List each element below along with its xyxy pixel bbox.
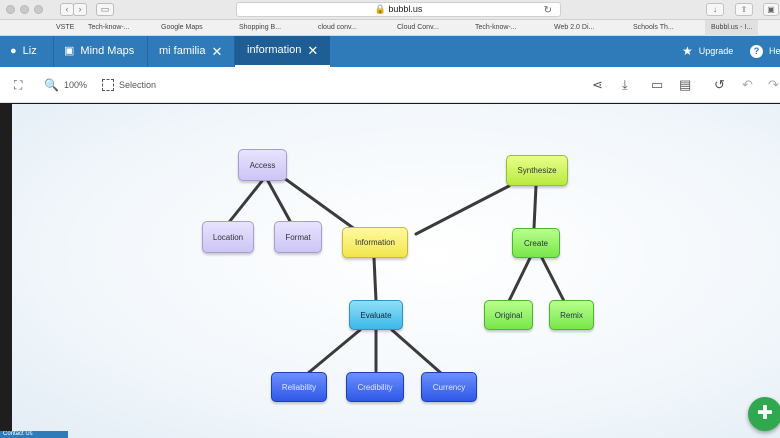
bookmarks-bar: VSTE Tech-know-... Google Maps Shopping …: [0, 20, 780, 36]
bookmark-item[interactable]: Tech-know-...: [88, 24, 130, 31]
connector-line: [372, 256, 378, 303]
present-icon[interactable]: ▭: [651, 67, 663, 103]
node-credibility[interactable]: Credibility: [346, 372, 404, 402]
history-icon[interactable]: ↺: [714, 67, 725, 103]
mind-maps-icon: ▣: [64, 45, 75, 57]
bookmark-item[interactable]: Cloud Conv...: [397, 24, 439, 31]
mind-map-canvas[interactable]: Access Location Format Information Synth…: [12, 104, 780, 438]
reload-icon[interactable]: ↻: [544, 4, 552, 17]
fit-screen-icon[interactable]: ⛶: [14, 67, 22, 103]
download-icon[interactable]: ⤓: [622, 67, 628, 103]
bookmark-item[interactable]: VSTE: [56, 24, 74, 31]
user-name: Liz: [22, 45, 37, 57]
address-bar[interactable]: 🔒 bubbl.us ↻: [236, 2, 561, 17]
bookmark-item[interactable]: cloud conv...: [318, 24, 357, 31]
url-text: bubbl.us: [388, 4, 423, 14]
user-menu[interactable]: ● Liz: [10, 36, 37, 67]
close-tab-icon[interactable]: ✕: [307, 35, 318, 66]
screen: ‹ › ▭ 🔒 bubbl.us ↻ ↓ ⇪ ▣ VSTE Tech-know-…: [0, 0, 780, 438]
connector-line: [228, 179, 264, 223]
window-edge: [0, 104, 12, 438]
close-tab-icon[interactable]: ✕: [211, 36, 222, 67]
tab-label: information: [247, 44, 302, 56]
user-icon: ●: [10, 45, 17, 57]
toolbar: ⛶ 🔍 100% Selection ⋖ ⤓ ▭ ▤ ↺ ↶ ↷: [0, 67, 780, 103]
tab-information[interactable]: information ✕: [235, 35, 331, 67]
tabs-icon[interactable]: ▣: [763, 3, 779, 16]
node-currency[interactable]: Currency: [421, 372, 477, 402]
connector-line: [540, 256, 566, 303]
bookmark-item[interactable]: Google Maps: [161, 24, 203, 31]
contact-tab[interactable]: Contact Us: [0, 431, 68, 438]
node-evaluate[interactable]: Evaluate: [349, 300, 403, 330]
share-map-icon[interactable]: ⋖: [592, 67, 603, 103]
undo-icon[interactable]: ↶: [742, 67, 753, 103]
forward-icon[interactable]: ›: [73, 3, 87, 16]
browser-titlebar: ‹ › ▭ 🔒 bubbl.us ↻ ↓ ⇪ ▣: [0, 0, 780, 20]
back-icon[interactable]: ‹: [60, 3, 74, 16]
upgrade-label: Upgrade: [698, 46, 734, 56]
connector-line: [532, 184, 538, 230]
star-icon: ★: [682, 44, 693, 58]
node-original[interactable]: Original: [484, 300, 533, 330]
app-header: ● Liz ▣ Mind Maps mi familia ✕ informati…: [0, 36, 780, 67]
connector-line: [305, 328, 362, 376]
bookmark-item[interactable]: Tech-know-...: [475, 24, 517, 31]
plus-icon: ✚: [757, 403, 773, 424]
tab-label: mi familia: [159, 45, 206, 57]
sidebar-icon[interactable]: ▭: [96, 3, 114, 16]
add-node-button[interactable]: ✚: [748, 397, 780, 431]
connector-line: [266, 179, 292, 223]
zoom-level: 100%: [63, 80, 87, 90]
tab-mi-familia[interactable]: mi familia ✕: [159, 36, 222, 67]
bookmark-item[interactable]: Schools Th...: [633, 24, 674, 31]
upgrade-button[interactable]: ★ Upgrade: [682, 36, 733, 67]
help-icon: ?: [750, 45, 763, 58]
lock-icon: 🔒: [374, 4, 386, 14]
selection-tool[interactable]: Selection: [102, 67, 156, 103]
node-reliability[interactable]: Reliability: [271, 372, 327, 402]
help-button[interactable]: ? Hel: [750, 36, 780, 67]
close-window-icon[interactable]: [6, 5, 15, 14]
zoom-window-icon[interactable]: [34, 5, 43, 14]
zoom-icon: 🔍: [44, 78, 59, 92]
selection-label: Selection: [119, 80, 157, 90]
node-synthesize[interactable]: Synthesize: [506, 155, 568, 186]
share-icon[interactable]: ⇪: [735, 3, 753, 16]
node-format[interactable]: Format: [274, 221, 322, 253]
divider: [147, 36, 148, 67]
node-information[interactable]: Information: [342, 227, 408, 258]
help-label: Hel: [769, 46, 780, 56]
connector-line: [414, 184, 511, 236]
selection-icon: [102, 79, 114, 91]
bookmark-item[interactable]: Bubbl.us - I...: [705, 20, 759, 36]
mind-maps-link[interactable]: ▣ Mind Maps: [64, 36, 134, 67]
bookmark-item[interactable]: Shopping B...: [239, 24, 281, 31]
connector-line: [390, 328, 444, 376]
redo-icon[interactable]: ↷: [768, 67, 779, 103]
mind-maps-label: Mind Maps: [80, 45, 135, 57]
node-location[interactable]: Location: [202, 221, 254, 253]
print-icon[interactable]: ▤: [679, 67, 691, 103]
zoom-control[interactable]: 🔍 100%: [44, 67, 87, 103]
node-create[interactable]: Create: [512, 228, 560, 258]
node-remix[interactable]: Remix: [549, 300, 594, 330]
downloads-icon[interactable]: ↓: [706, 3, 724, 16]
bookmark-item[interactable]: Web 2.0 Di...: [554, 24, 594, 31]
connector-line: [507, 256, 532, 303]
divider: [53, 36, 54, 67]
node-access[interactable]: Access: [238, 149, 287, 181]
minimize-window-icon[interactable]: [20, 5, 29, 14]
